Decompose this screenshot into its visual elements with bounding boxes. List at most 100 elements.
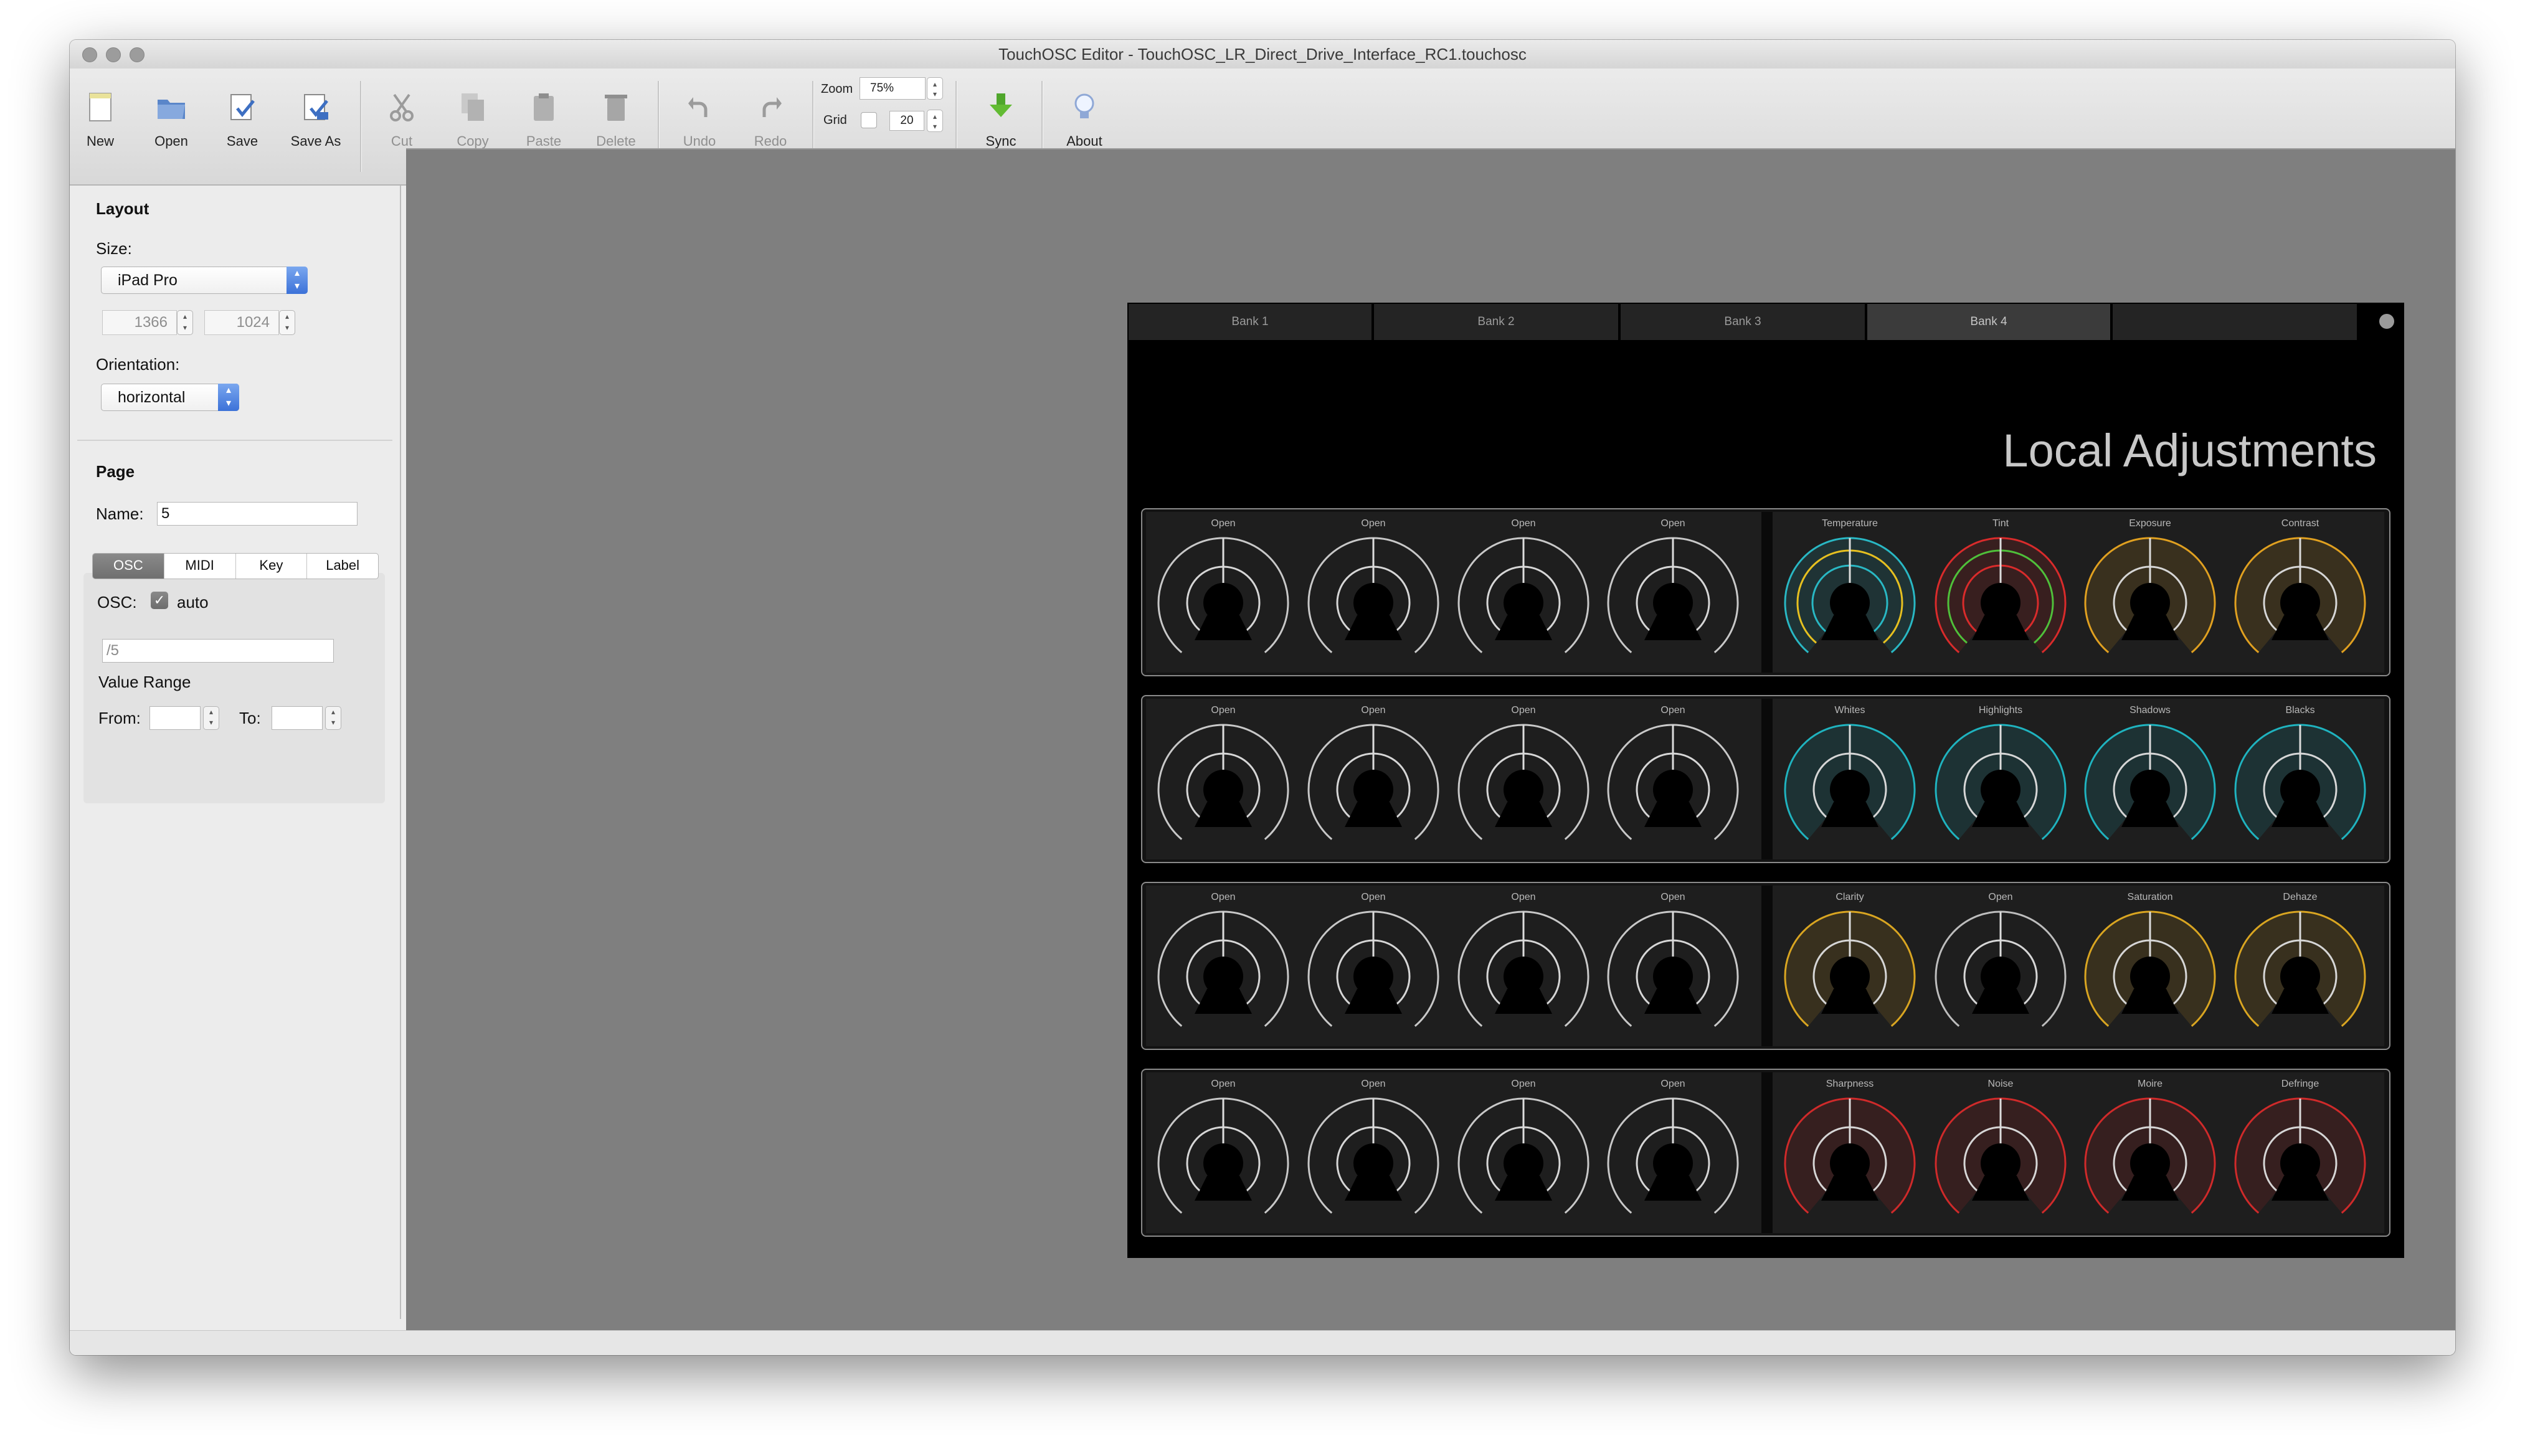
rotary-knob[interactable]: Blacks — [2225, 699, 2375, 859]
rotary-knob[interactable]: Open — [1299, 1072, 1448, 1233]
rotary-knob[interactable]: Open — [1149, 699, 1298, 859]
layout-canvas[interactable]: Bank 1 Bank 2 Bank 3 Bank 4 Local Adjust… — [406, 148, 2455, 1333]
rotary-knob[interactable]: Tint — [1926, 512, 2075, 673]
rotary-knob[interactable]: Open — [1299, 886, 1448, 1046]
redo-arrow-icon — [762, 97, 782, 117]
rotary-knob[interactable]: Whites — [1775, 699, 1925, 859]
rotary-knob[interactable]: Open — [1598, 699, 1748, 859]
rotary-knob[interactable]: Temperature — [1775, 512, 1925, 673]
page-title: Local Adjustments — [2002, 425, 2377, 476]
toolbar-separator — [360, 81, 362, 172]
rotary-knob[interactable]: Open — [1149, 886, 1298, 1046]
grid-size-stepper[interactable]: ▴ ▾ — [927, 110, 943, 132]
knob-label: Highlights — [1978, 705, 2023, 716]
range-to-stepper[interactable]: ▴ ▾ — [325, 706, 341, 730]
rotary-knob[interactable]: Open — [1299, 512, 1448, 673]
rotary-knob[interactable]: Contrast — [2225, 512, 2375, 673]
knob-dial-icon — [2084, 724, 2216, 840]
grid-size-field[interactable]: 20 — [889, 111, 924, 131]
adjustment-knob-group: Whites Highlights Shadows Blacks — [1773, 699, 2384, 859]
rotary-knob[interactable]: Dehaze — [2225, 886, 2375, 1046]
knob-dial-icon — [1457, 537, 1589, 653]
knob-dial-icon — [1607, 724, 1739, 840]
tab-bank-1[interactable]: Bank 1 — [1129, 304, 1371, 340]
rotary-knob[interactable]: Shadows — [2075, 699, 2225, 859]
zoom-stepper[interactable]: ▴ ▾ — [927, 77, 943, 100]
rotary-knob[interactable]: Noise — [1926, 1072, 2075, 1233]
knob-label: Temperature — [1822, 518, 1878, 529]
rotary-knob[interactable]: Clarity — [1775, 886, 1925, 1046]
knob-label: Open — [1660, 518, 1685, 529]
knob-dial-icon — [1607, 910, 1739, 1027]
trash-icon — [605, 95, 627, 121]
knob-dial-icon — [1784, 1097, 1916, 1214]
open-knob-group: Open Open Open Open — [1146, 1072, 1761, 1233]
properties-sidebar: Layout Size: iPad Pro ▴ ▾ 1366 ▴ ▾ 1024 ▴ ▾… — [70, 186, 401, 1319]
rotary-knob[interactable]: Defringe — [2225, 1072, 2375, 1233]
range-from-field[interactable] — [149, 706, 201, 730]
tab-midi[interactable]: MIDI — [163, 554, 235, 579]
grid-checkbox[interactable] — [861, 112, 877, 128]
knob-label: Open — [1361, 518, 1386, 529]
range-from-stepper[interactable]: ▴ ▾ — [203, 706, 219, 730]
rotary-knob[interactable]: Open — [1449, 1072, 1598, 1233]
knob-label: Shadows — [2129, 705, 2171, 716]
knob-dial-icon — [1307, 1097, 1439, 1214]
width-stepper[interactable]: ▴ ▾ — [177, 310, 193, 335]
width-field[interactable]: 1366 — [102, 310, 177, 335]
status-bar — [70, 1330, 2455, 1355]
rotary-knob[interactable]: Open — [1598, 886, 1748, 1046]
tab-empty[interactable] — [2113, 304, 2357, 340]
row-divider — [1761, 699, 1773, 859]
tab-bank-4[interactable]: Bank 4 — [1867, 304, 2110, 340]
knob-dial-icon — [1307, 910, 1439, 1027]
orientation-select[interactable]: horizontal ▴ ▾ — [101, 384, 239, 411]
row-divider — [1761, 512, 1773, 673]
height-stepper[interactable]: ▴ ▾ — [279, 310, 295, 335]
rotary-knob[interactable]: Exposure — [2075, 512, 2225, 673]
rotary-knob[interactable]: Sharpness — [1775, 1072, 1925, 1233]
tab-key[interactable]: Key — [235, 554, 307, 579]
tab-bank-2[interactable]: Bank 2 — [1374, 304, 1618, 340]
rotary-knob[interactable]: Open — [1449, 699, 1598, 859]
rotary-knob[interactable]: Open — [1149, 1072, 1298, 1233]
rotary-knob[interactable]: Open — [1598, 512, 1748, 673]
knob-base — [1195, 1176, 1252, 1201]
new-button[interactable]: New — [70, 81, 135, 174]
copy-icon — [462, 93, 484, 121]
range-to-field[interactable] — [272, 706, 323, 730]
zoom-field[interactable]: 75% — [860, 77, 926, 100]
page-heading: Page — [96, 462, 135, 481]
tab-label[interactable]: Label — [306, 554, 378, 579]
rotary-knob[interactable]: Open — [1299, 699, 1448, 859]
grid-label: Grid — [823, 113, 847, 127]
page-name-field[interactable]: 5 — [157, 502, 358, 526]
knob-dial-icon — [2234, 1097, 2366, 1214]
save-as-button[interactable]: Save As — [282, 81, 350, 174]
rotary-knob[interactable]: Highlights — [1926, 699, 2075, 859]
rotary-knob[interactable]: Open — [1598, 1072, 1748, 1233]
knob-dial-icon — [2084, 1097, 2216, 1214]
bank-tab-row: Bank 1 Bank 2 Bank 3 Bank 4 — [1127, 303, 2404, 341]
knob-label: Open — [1511, 518, 1536, 529]
rotary-knob[interactable]: Open — [1449, 512, 1598, 673]
knob-label: Open — [1361, 1079, 1386, 1089]
knob-label: Open — [1988, 892, 2013, 902]
knob-dial-icon — [2084, 537, 2216, 653]
rotary-knob[interactable]: Open — [1149, 512, 1298, 673]
row-divider — [1761, 886, 1773, 1046]
osc-auto-checkbox[interactable]: ✓ — [151, 592, 168, 609]
size-select[interactable]: iPad Pro ▴ ▾ — [101, 267, 308, 294]
height-field[interactable]: 1024 — [204, 310, 279, 335]
rotary-knob[interactable]: Saturation — [2075, 886, 2225, 1046]
tab-osc[interactable]: OSC — [93, 554, 164, 579]
knob-label: Dehaze — [2283, 892, 2318, 902]
rotary-knob[interactable]: Moire — [2075, 1072, 2225, 1233]
rotary-knob[interactable]: Open — [1926, 886, 2075, 1046]
knob-base — [1495, 1176, 1552, 1201]
rotary-knob[interactable]: Open — [1449, 886, 1598, 1046]
tab-bank-3[interactable]: Bank 3 — [1621, 304, 1865, 340]
osc-address-field[interactable]: /5 — [102, 639, 334, 663]
open-button[interactable]: Open — [137, 81, 206, 174]
save-button[interactable]: Save — [208, 81, 277, 174]
